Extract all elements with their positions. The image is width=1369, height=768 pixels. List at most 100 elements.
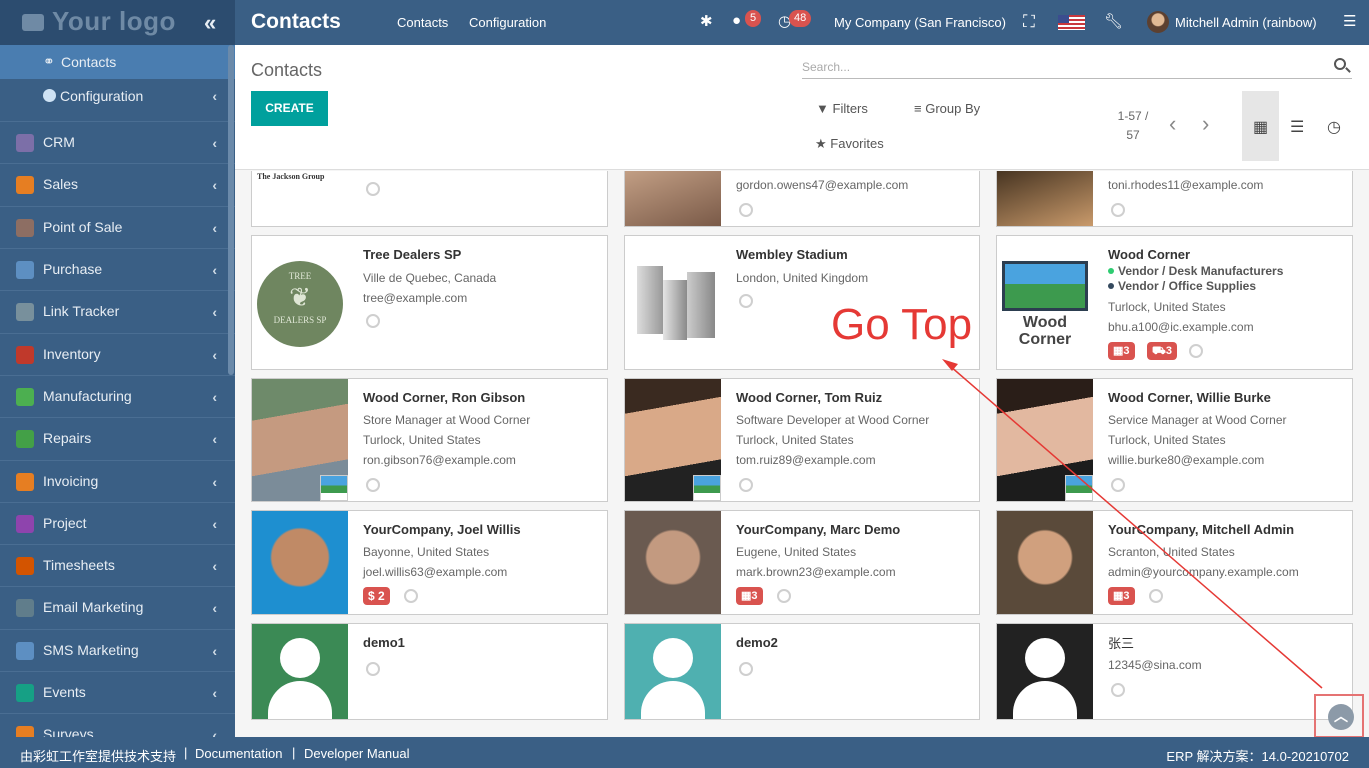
kanban-card[interactable]: demo2 — [624, 623, 980, 720]
kanban-card[interactable]: YourCompany, Joel Willis Bayonne, United… — [251, 510, 608, 615]
chevron-left-icon: ‹ — [212, 304, 217, 320]
kanban-card[interactable]: Wood Corner Wood Corner Vendor / Desk Man… — [996, 235, 1353, 370]
calendar-icon: ▦ — [1113, 590, 1124, 602]
settings-sliders-icon[interactable]: ☰ — [1343, 12, 1356, 30]
chevron-left-icon: ‹ — [212, 88, 217, 104]
fullscreen-icon[interactable]: ⛶ — [1023, 12, 1035, 32]
sidebar-item-purchase[interactable]: Purchase ‹ — [0, 248, 235, 290]
sidebar-item-sms-marketing[interactable]: SMS Marketing ‹ — [0, 629, 235, 671]
go-top-button[interactable]: ︿ — [1314, 694, 1364, 738]
search-input[interactable]: Search... — [802, 57, 1352, 79]
kanban-card[interactable]: gordon.owens47@example.com — [624, 171, 980, 227]
sidebar-sub-contacts[interactable]: ⚭ Contacts — [0, 45, 235, 79]
kanban-card[interactable]: demo1 — [251, 623, 608, 720]
avatar[interactable] — [1147, 11, 1169, 33]
chevron-left-icon: ‹ — [212, 558, 217, 574]
events-icon — [16, 684, 34, 702]
developer-manual-link[interactable]: Developer Manual — [304, 746, 410, 761]
version-text: ERP 解决方案：14.0-20210702 — [1166, 749, 1349, 764]
footer: 由彩虹工作室提供技术支持 | Documentation | Developer… — [0, 737, 1369, 768]
meetings-badge[interactable]: ▦3 — [736, 587, 763, 605]
activity-clock-icon[interactable] — [1111, 478, 1125, 492]
pager-previous-icon[interactable]: ‹ — [1169, 111, 1176, 137]
grid-icon: ▦ — [1253, 119, 1269, 136]
app-title[interactable]: Contacts — [251, 10, 341, 34]
activity-clock-icon[interactable] — [366, 662, 380, 676]
create-button[interactable]: CREATE — [251, 91, 328, 126]
list-view-button[interactable]: ☰ — [1279, 91, 1316, 161]
activity-clock-icon[interactable] — [739, 203, 753, 217]
user-menu[interactable]: Mitchell Admin (rainbow) — [1175, 15, 1317, 30]
activity-clock-icon[interactable] — [404, 589, 418, 603]
kanban-card[interactable]: toni.rhodes11@example.com — [996, 171, 1353, 227]
sales-badge[interactable]: $ 2 — [363, 587, 390, 605]
company-logo[interactable]: Your logo — [22, 6, 176, 37]
pager-next-icon[interactable]: › — [1202, 111, 1209, 137]
kanban-card[interactable]: YourCompany, Mitchell Admin Scranton, Un… — [996, 510, 1353, 615]
activity-clock-icon[interactable] — [739, 294, 753, 308]
kanban-card[interactable]: TREE ❦ DEALERS SP Tree Dealers SP Ville de… — [251, 235, 608, 370]
purchases-badge[interactable]: ⛟3 — [1147, 342, 1177, 360]
collapse-sidebar-icon[interactable]: « — [204, 10, 216, 36]
sidebar-item-link-tracker[interactable]: Link Tracker ‹ — [0, 290, 235, 332]
company-switcher[interactable]: My Company (San Francisco) — [834, 15, 1006, 30]
go-top-annotation: Go Top — [831, 300, 973, 349]
breadcrumb: Contacts — [251, 60, 323, 80]
messages-icon[interactable]: ● — [732, 12, 741, 29]
sidebar-item-sales[interactable]: Sales ‹ — [0, 163, 235, 205]
list-icon: ☰ — [1290, 119, 1305, 136]
sidebar-item-email-marketing[interactable]: Email Marketing ‹ — [0, 586, 235, 628]
sidebar-scrollbar[interactable] — [228, 45, 234, 375]
activity-clock-icon[interactable] — [739, 662, 753, 676]
kanban-card[interactable]: Wood Corner, Tom Ruiz Software Developer… — [624, 378, 980, 502]
chevron-left-icon: ‹ — [212, 220, 217, 236]
search-icon[interactable] — [1334, 58, 1346, 70]
activity-clock-icon[interactable] — [739, 478, 753, 492]
activity-view-button[interactable]: ◷ — [1316, 91, 1353, 161]
menu-contacts[interactable]: Contacts — [397, 15, 448, 30]
activity-clock-icon[interactable] — [366, 478, 380, 492]
activity-clock-icon[interactable] — [1111, 683, 1125, 697]
support-text: 由彩虹工作室提供技术支持 — [20, 749, 177, 764]
activity-clock-icon[interactable] — [1111, 203, 1125, 217]
sidebar-item-manufacturing[interactable]: Manufacturing ‹ — [0, 375, 235, 417]
contact-photo — [252, 511, 348, 614]
sidebar-item-project[interactable]: Project ‹ — [0, 502, 235, 544]
kanban-card[interactable]: 张三 12345@sina.com — [996, 623, 1353, 720]
debug-bug-icon[interactable]: ✱ — [700, 12, 713, 30]
timesheets-icon — [16, 557, 34, 575]
documentation-link[interactable]: Documentation — [195, 746, 282, 761]
sidebar-item-invoicing[interactable]: Invoicing ‹ — [0, 460, 235, 502]
sidebar-item-crm[interactable]: CRM ‹ — [0, 121, 235, 163]
kanban-card[interactable]: The Jackson Group — [251, 171, 608, 227]
sidebar-sub-configuration[interactable]: Configuration ‹ — [0, 79, 235, 113]
kanban-view-button[interactable]: ▦ — [1242, 91, 1279, 161]
sidebar-item-surveys[interactable]: Surveys ‹ — [0, 713, 235, 737]
activity-clock-icon[interactable] — [1149, 589, 1163, 603]
menu-configuration[interactable]: Configuration — [469, 15, 546, 30]
activity-clock-icon[interactable] — [777, 589, 791, 603]
kanban-card[interactable]: Wood Corner, Ron Gibson Store Manager at… — [251, 378, 608, 502]
chevron-up-icon[interactable]: ︿ — [1328, 704, 1354, 730]
group-by-button[interactable]: ≡ Group By — [914, 101, 980, 116]
us-flag-icon[interactable] — [1058, 15, 1085, 30]
meetings-badge[interactable]: ▦3 — [1108, 342, 1135, 360]
link-icon: ⚭ — [43, 53, 55, 69]
activity-clock-icon[interactable] — [366, 182, 380, 196]
purchase-icon — [16, 261, 34, 279]
sidebar-item-events[interactable]: Events ‹ — [0, 671, 235, 713]
filters-button[interactable]: ▼ Filters — [816, 101, 868, 116]
wrench-icon[interactable]: 🔧︎ — [1104, 12, 1123, 30]
meetings-badge[interactable]: ▦3 — [1108, 587, 1135, 605]
pager-value[interactable]: 1-57 /57 — [1113, 107, 1153, 145]
activity-clock-icon[interactable] — [1189, 344, 1203, 358]
sidebar-item-point-of-sale[interactable]: Point of Sale ‹ — [0, 206, 235, 248]
top-navbar: Your logo « Contacts Contacts Configurat… — [0, 0, 1369, 45]
activity-clock-icon[interactable] — [366, 314, 380, 328]
sidebar-item-timesheets[interactable]: Timesheets ‹ — [0, 544, 235, 586]
kanban-card[interactable]: Wood Corner, Willie Burke Service Manage… — [996, 378, 1353, 502]
favorites-button[interactable]: ★ Favorites — [815, 136, 884, 152]
kanban-card[interactable]: YourCompany, Marc Demo Eugene, United St… — [624, 510, 980, 615]
sidebar-item-inventory[interactable]: Inventory ‹ — [0, 333, 235, 375]
sidebar-item-repairs[interactable]: Repairs ‹ — [0, 417, 235, 459]
